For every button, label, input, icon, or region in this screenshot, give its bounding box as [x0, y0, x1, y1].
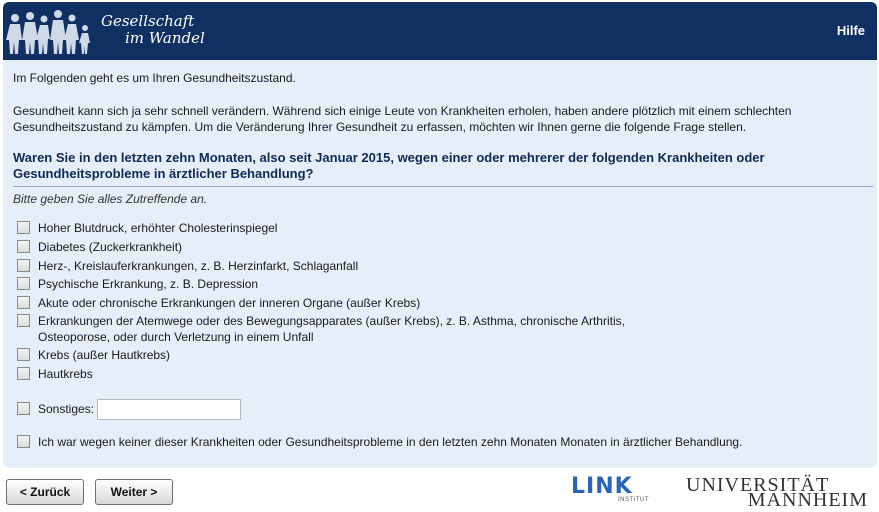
link-logo-text: LINK — [571, 474, 633, 499]
option-label: Diabetes (Zuckerkrankheit) — [38, 240, 183, 254]
option-checkbox[interactable] — [17, 277, 30, 290]
option-row[interactable]: Erkrankungen der Atemwege oder des Beweg… — [17, 313, 657, 345]
survey-panel: Gesellschaft im Wandel Hilfe Im Folgende… — [3, 2, 877, 468]
option-label: Herz-, Kreislauferkrankungen, z. B. Herz… — [38, 259, 359, 273]
option-label: Erkrankungen der Atemwege oder des Beweg… — [38, 314, 625, 344]
option-checkbox[interactable] — [17, 348, 30, 361]
option-label: Hoher Blutdruck, erhöhter Cholesterinspi… — [38, 221, 278, 235]
help-link[interactable]: Hilfe — [837, 23, 865, 38]
back-button[interactable]: < Zurück — [6, 479, 84, 505]
option-row[interactable]: Herz-, Kreislauferkrankungen, z. B. Herz… — [17, 258, 358, 274]
option-label: Krebs (außer Hautkrebs) — [38, 348, 171, 362]
other-checkbox[interactable] — [17, 402, 30, 415]
intro-paragraph-1: Im Folgenden geht es um Ihren Gesundheit… — [13, 71, 296, 85]
question-text: Waren Sie in den letzten zehn Monaten, a… — [13, 150, 765, 181]
gesellschaft-im-wandel-logo: Gesellschaft im Wandel — [3, 2, 213, 60]
option-checkbox[interactable] — [17, 367, 30, 380]
option-checkbox[interactable] — [17, 221, 30, 234]
intro-paragraph-2: Gesundheit kann sich ja sehr schnell ver… — [13, 104, 792, 134]
none-option-row[interactable]: Ich war wegen keiner dieser Krankheiten … — [17, 434, 742, 450]
option-row[interactable]: Hoher Blutdruck, erhöhter Cholesterinspi… — [17, 220, 277, 236]
none-label: Ich war wegen keiner dieser Krankheiten … — [38, 435, 743, 449]
none-checkbox[interactable] — [17, 435, 30, 448]
logo-text-line2: im Wandel — [125, 29, 205, 47]
universitaet-mannheim-logo: UNIVERSITÄT MANNHEIM — [686, 472, 868, 511]
option-label: Akute oder chronische Erkrankungen der i… — [38, 296, 421, 310]
option-checkbox[interactable] — [17, 296, 30, 309]
other-option-row[interactable]: Sonstiges: — [17, 399, 242, 420]
option-label: Hautkrebs — [38, 367, 93, 381]
option-row[interactable]: Hautkrebs — [17, 366, 93, 382]
other-label: Sonstiges: — [38, 402, 95, 416]
option-row[interactable]: Diabetes (Zuckerkrankheit) — [17, 239, 182, 255]
option-label: Psychische Erkrankung, z. B. Depression — [38, 277, 259, 291]
option-row[interactable]: Psychische Erkrankung, z. B. Depression — [17, 276, 258, 292]
header-bar: Gesellschaft im Wandel Hilfe — [3, 2, 877, 60]
option-row[interactable]: Krebs (außer Hautkrebs) — [17, 347, 170, 363]
option-row[interactable]: Akute oder chronische Erkrankungen der i… — [17, 295, 420, 311]
link-logo-subtext: INSTITUT — [618, 497, 649, 503]
uni-logo-line2: MANNHEIM — [747, 489, 868, 511]
people-silhouettes-icon — [6, 10, 90, 54]
divider — [13, 186, 873, 187]
option-checkbox[interactable] — [17, 259, 30, 272]
option-checkbox[interactable] — [17, 240, 30, 253]
link-institut-logo: LINK INSTITUT — [571, 476, 653, 506]
other-text-input[interactable] — [97, 399, 242, 420]
option-checkbox[interactable] — [17, 314, 30, 327]
logo-text-line1: Gesellschaft — [101, 12, 195, 30]
instruction-hint: Bitte geben Sie alles Zutreffende an. — [13, 192, 208, 206]
next-button[interactable]: Weiter > — [95, 479, 173, 505]
